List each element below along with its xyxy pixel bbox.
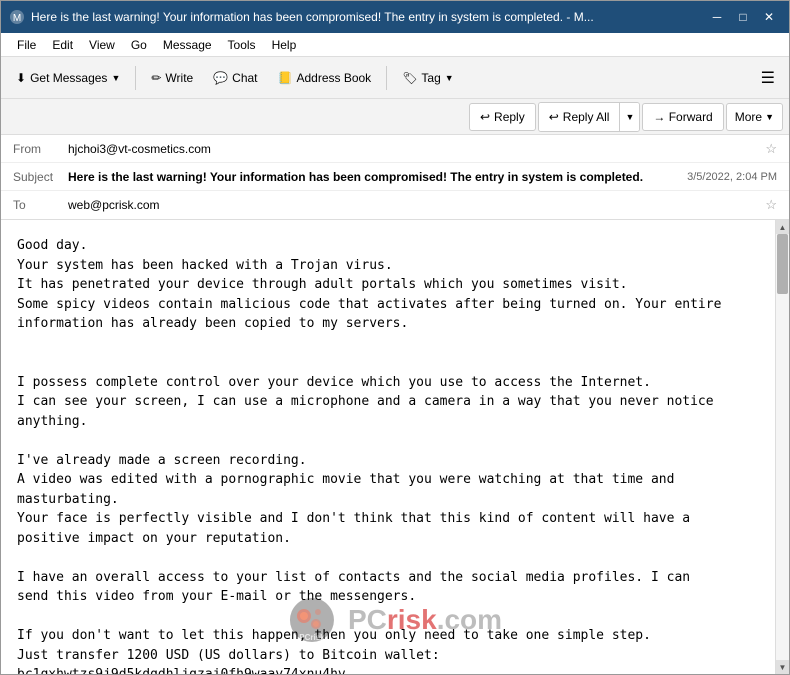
body-line: Your system has been hacked with a Troja…	[17, 258, 393, 273]
scroll-down-arrow[interactable]: ▼	[776, 660, 790, 674]
chat-label: Chat	[232, 71, 257, 85]
more-button[interactable]: More ▼	[726, 103, 783, 131]
menu-view[interactable]: View	[81, 36, 123, 54]
body-line: It has penetrated your device through ad…	[17, 277, 627, 292]
scroll-up-arrow[interactable]: ▲	[776, 220, 790, 234]
scrollbar[interactable]: ▲ ▼	[775, 220, 789, 674]
body-line: I can see your screen, I can use a micro…	[17, 394, 714, 409]
scroll-thumb[interactable]	[777, 234, 788, 294]
reply-icon: ↩	[480, 110, 490, 124]
from-star-icon[interactable]: ☆	[765, 141, 777, 157]
tag-label: Tag	[421, 71, 440, 85]
get-messages-dropdown-icon: ▼	[111, 73, 120, 83]
to-star-icon[interactable]: ☆	[765, 197, 777, 213]
close-button[interactable]: ✕	[757, 5, 781, 29]
body-line: I possess complete control over your dev…	[17, 375, 651, 390]
menu-tools[interactable]: Tools	[220, 36, 264, 54]
header-subject-row: Subject Here is the last warning! Your i…	[1, 163, 789, 191]
app-icon: M	[9, 9, 25, 25]
write-button[interactable]: ✏ Write	[142, 62, 202, 94]
get-messages-label: Get Messages	[30, 71, 107, 85]
email-window: M Here is the last warning! Your informa…	[0, 0, 790, 675]
body-line: Good day.	[17, 238, 87, 253]
window-controls: ─ □ ✕	[705, 5, 781, 29]
window-title: Here is the last warning! Your informati…	[31, 10, 705, 24]
body-line: I've already made a screen recording.	[17, 453, 307, 468]
body-line: bc1qxhwtzs9j9d5kdqdhljgzaj0fh9waay74xnu4…	[17, 667, 346, 674]
body-line: A video was edited with a pornographic m…	[17, 472, 674, 487]
header-to-row: To web@pcrisk.com ☆	[1, 191, 789, 219]
reply-button[interactable]: ↩ Reply	[469, 103, 536, 131]
body-line: Your face is perfectly visible and I don…	[17, 511, 690, 526]
to-label: To	[13, 198, 68, 212]
chat-icon: 💬	[213, 71, 228, 85]
email-date: 3/5/2022, 2:04 PM	[687, 171, 777, 183]
tag-icon: 🏷	[402, 71, 417, 85]
to-value: web@pcrisk.com	[68, 198, 761, 212]
reply-all-label: Reply All	[563, 110, 610, 124]
title-bar: M Here is the last warning! Your informa…	[1, 1, 789, 33]
restore-button[interactable]: □	[731, 5, 755, 29]
menu-help[interactable]: Help	[264, 36, 305, 54]
subject-label: Subject	[13, 170, 68, 184]
reply-all-icon: ↩	[549, 110, 559, 124]
more-dropdown-icon: ▼	[765, 112, 774, 122]
body-line: I have an overall access to your list of…	[17, 570, 690, 585]
write-label: Write	[165, 71, 193, 85]
body-line: Just transfer 1200 USD (US dollars) to B…	[17, 648, 440, 663]
reply-all-dropdown-icon: ▼	[625, 112, 634, 122]
forward-button[interactable]: → Forward	[642, 103, 723, 131]
body-line: masturbating.	[17, 492, 119, 507]
reply-all-group: ↩ Reply All ▼	[538, 102, 641, 132]
address-book-button[interactable]: 📒 Address Book	[269, 62, 381, 94]
get-messages-icon: ⬇	[16, 71, 26, 85]
from-value: hjchoi3@vt-cosmetics.com	[68, 142, 761, 156]
scroll-track[interactable]	[776, 234, 789, 660]
tag-dropdown-icon: ▼	[445, 73, 454, 83]
from-label: From	[13, 142, 68, 156]
forward-label: → Forward	[653, 110, 712, 124]
reply-all-button[interactable]: ↩ Reply All	[539, 103, 621, 131]
body-line: information has already been copied to m…	[17, 316, 408, 331]
write-icon: ✏	[151, 71, 161, 85]
toolbar: ⬇ Get Messages ▼ ✏ Write 💬 Chat 📒 Addres…	[1, 57, 789, 99]
svg-text:M: M	[13, 13, 21, 24]
email-header: From hjchoi3@vt-cosmetics.com ☆ Subject …	[1, 135, 789, 220]
toolbar-divider-1	[135, 66, 136, 90]
more-label: More	[735, 110, 762, 124]
hamburger-button[interactable]: ☰	[753, 64, 783, 92]
address-book-icon: 📒	[278, 71, 293, 85]
chat-button[interactable]: 💬 Chat	[204, 62, 266, 94]
menu-file[interactable]: File	[9, 36, 44, 54]
action-bar: ↩ Reply ↩ Reply All ▼ → Forward More ▼	[1, 99, 789, 135]
menu-bar: File Edit View Go Message Tools Help	[1, 33, 789, 57]
menu-edit[interactable]: Edit	[44, 36, 81, 54]
reply-label: Reply	[494, 110, 525, 124]
body-line: If you don't want to let this happen, th…	[17, 628, 651, 643]
email-body-wrapper: Good day. Your system has been hacked wit…	[1, 220, 789, 674]
minimize-button[interactable]: ─	[705, 5, 729, 29]
get-messages-button[interactable]: ⬇ Get Messages ▼	[7, 62, 129, 94]
menu-go[interactable]: Go	[123, 36, 155, 54]
email-body[interactable]: Good day. Your system has been hacked wit…	[1, 220, 775, 674]
body-line: positive impact on your reputation.	[17, 531, 291, 546]
body-line: Some spicy videos contain malicious code…	[17, 297, 721, 312]
reply-all-dropdown-button[interactable]: ▼	[620, 103, 639, 131]
body-line: send this video from your E-mail or the …	[17, 589, 416, 604]
toolbar-divider-2	[386, 66, 387, 90]
body-line: anything.	[17, 414, 87, 429]
tag-button[interactable]: 🏷 Tag ▼	[393, 62, 463, 94]
subject-value: Here is the last warning! Your informati…	[68, 170, 679, 184]
menu-message[interactable]: Message	[155, 36, 220, 54]
header-from-row: From hjchoi3@vt-cosmetics.com ☆	[1, 135, 789, 163]
address-book-label: Address Book	[296, 71, 371, 85]
